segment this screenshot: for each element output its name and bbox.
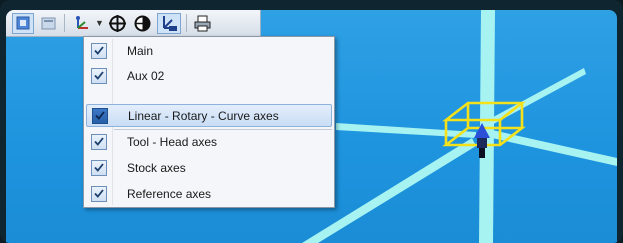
checkbox-reference-axes[interactable]: [91, 185, 107, 202]
menu-item-linear-rotary-curve-axes[interactable]: Linear - Rotary - Curve axes: [86, 104, 332, 127]
menu-item-tool-head-axes[interactable]: Tool - Head axes: [86, 130, 332, 153]
menu-item-label: Tool - Head axes: [127, 134, 218, 149]
menu-item-stock-axes[interactable]: Stock axes: [86, 156, 332, 179]
checkmark-icon: [94, 137, 104, 146]
axis-line-left: [336, 123, 476, 138]
menu-item-label: Reference axes: [127, 186, 212, 201]
target-icon: [109, 14, 127, 32]
axes-dropdown-menu: Main Aux 02 Linear - Rotary - Curve axes…: [83, 36, 335, 208]
checkmark-icon: [94, 189, 104, 198]
menu-item-label: Main: [127, 43, 154, 58]
section-button[interactable]: [132, 13, 154, 34]
checkbox-stock-axes[interactable]: [91, 159, 107, 176]
print-button[interactable]: [192, 13, 214, 34]
chevron-down-icon[interactable]: ▼: [95, 18, 104, 28]
checkmark-icon: [95, 111, 105, 120]
view-toolbar: ▼: [6, 10, 261, 37]
menu-item-label: Linear - Rotary - Curve axes: [128, 108, 279, 123]
print-icon: [194, 15, 211, 31]
toolbar-separator: [185, 14, 187, 32]
vcs-button[interactable]: [156, 12, 181, 34]
panel-icon: [41, 17, 55, 29]
checkbox-main[interactable]: [91, 42, 107, 59]
menu-item-reference-axes[interactable]: Reference axes: [86, 182, 332, 205]
menu-item-aux-02[interactable]: Aux 02: [86, 64, 332, 87]
checkbox-tool-head-axes[interactable]: [91, 133, 107, 150]
checkmark-icon: [94, 71, 104, 80]
section-icon: [134, 15, 151, 31]
app-frame: ▼ Main Aux 02 Linear - Rotary - Curve ax…: [0, 0, 623, 243]
menu-item-label: Aux 02: [127, 68, 165, 83]
target-button[interactable]: [107, 13, 129, 34]
checkbox-aux-02[interactable]: [91, 67, 107, 84]
vcs-icon: [162, 16, 177, 31]
menu-item-main[interactable]: Main: [86, 39, 332, 62]
checkmark-icon: [94, 163, 104, 172]
checkmark-icon: [94, 46, 104, 55]
view-cube-button[interactable]: [12, 12, 34, 34]
axes-icon: [76, 15, 88, 29]
checkbox-linear-rotary-curve-axes[interactable]: [92, 107, 108, 124]
toolbar-separator: [64, 14, 65, 32]
axes-button[interactable]: [70, 13, 94, 34]
menu-item-label: Stock axes: [127, 160, 186, 175]
view-cube-icon: [16, 16, 30, 30]
panel-button[interactable]: [37, 13, 59, 34]
